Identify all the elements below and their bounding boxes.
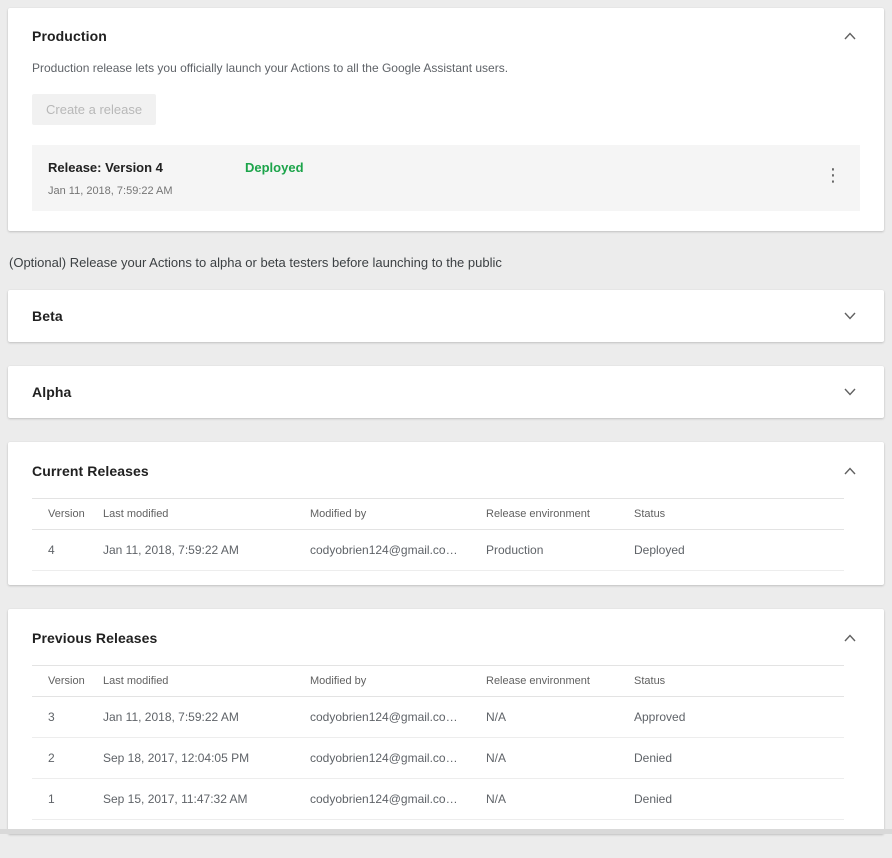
cell-modified-by: codyobrien124@gmail.co… [310, 779, 486, 820]
page-bottom-edge [0, 829, 892, 834]
table-row: 2 Sep 18, 2017, 12:04:05 PM codyobrien12… [32, 738, 844, 779]
production-collapse-button[interactable] [840, 28, 860, 44]
column-header-version: Version [32, 666, 103, 697]
cell-last-modified: Jan 11, 2018, 7:59:22 AM [103, 530, 310, 571]
production-card-header[interactable]: Production [8, 8, 884, 58]
cell-modified-by: codyobrien124@gmail.co… [310, 530, 486, 571]
table-row: 4 Jan 11, 2018, 7:59:22 AM codyobrien124… [32, 530, 844, 571]
chevron-up-icon [844, 467, 856, 475]
cell-release-environment: N/A [486, 738, 634, 779]
alpha-card: Alpha [8, 366, 884, 418]
cell-status: Denied [634, 779, 844, 820]
column-header-last-modified: Last modified [103, 499, 310, 530]
column-header-release-environment: Release environment [486, 499, 634, 530]
beta-expand-button[interactable] [840, 308, 860, 324]
alpha-title: Alpha [32, 384, 71, 400]
cell-status: Approved [634, 697, 844, 738]
column-header-version: Version [32, 499, 103, 530]
current-releases-header[interactable]: Current Releases [8, 442, 884, 496]
cell-status: Deployed [634, 530, 844, 571]
column-header-release-environment: Release environment [486, 666, 634, 697]
current-releases-title: Current Releases [32, 463, 149, 479]
table-row: 3 Jan 11, 2018, 7:59:22 AM codyobrien124… [32, 697, 844, 738]
cell-version: 3 [32, 697, 103, 738]
cell-version: 1 [32, 779, 103, 820]
cell-last-modified: Sep 18, 2017, 12:04:05 PM [103, 738, 310, 779]
current-releases-table: Version Last modified Modified by Releas… [32, 498, 844, 571]
current-releases-card: Current Releases Version Last modified M… [8, 442, 884, 585]
chevron-up-icon [844, 32, 856, 40]
cell-version: 2 [32, 738, 103, 779]
previous-releases-header[interactable]: Previous Releases [8, 609, 884, 663]
optional-note: (Optional) Release your Actions to alpha… [8, 255, 884, 270]
current-releases-collapse-button[interactable] [840, 463, 860, 479]
release-status-badge: Deployed [245, 160, 304, 175]
release-info: Release: Version 4 Deployed Jan 11, 2018… [48, 160, 818, 197]
column-header-status: Status [634, 499, 844, 530]
cell-release-environment: N/A [486, 779, 634, 820]
column-header-last-modified: Last modified [103, 666, 310, 697]
release-date: Jan 11, 2018, 7:59:22 AM [48, 185, 818, 197]
cell-last-modified: Jan 11, 2018, 7:59:22 AM [103, 697, 310, 738]
previous-releases-table: Version Last modified Modified by Releas… [32, 665, 844, 820]
production-title: Production [32, 28, 107, 44]
alpha-expand-button[interactable] [840, 384, 860, 400]
beta-card-header[interactable]: Beta [8, 290, 884, 342]
table-header-row: Version Last modified Modified by Releas… [32, 499, 844, 530]
column-header-modified-by: Modified by [310, 666, 486, 697]
kebab-menu-icon: ⋮ [824, 165, 842, 185]
production-card: Production Production release lets you o… [8, 8, 884, 231]
cell-version: 4 [32, 530, 103, 571]
chevron-up-icon [844, 634, 856, 642]
create-release-button[interactable]: Create a release [32, 94, 156, 125]
previous-releases-card: Previous Releases Version Last modified … [8, 609, 884, 834]
cell-modified-by: codyobrien124@gmail.co… [310, 738, 486, 779]
production-release-row: Release: Version 4 Deployed Jan 11, 2018… [32, 145, 860, 211]
cell-modified-by: codyobrien124@gmail.co… [310, 697, 486, 738]
previous-releases-title: Previous Releases [32, 630, 157, 646]
column-header-modified-by: Modified by [310, 499, 486, 530]
table-row: 1 Sep 15, 2017, 11:47:32 AM codyobrien12… [32, 779, 844, 820]
alpha-card-header[interactable]: Alpha [8, 366, 884, 418]
cell-last-modified: Sep 15, 2017, 11:47:32 AM [103, 779, 310, 820]
chevron-down-icon [844, 312, 856, 320]
column-header-status: Status [634, 666, 844, 697]
release-title: Release: Version 4 [48, 160, 245, 175]
beta-card: Beta [8, 290, 884, 342]
cell-release-environment: N/A [486, 697, 634, 738]
previous-releases-collapse-button[interactable] [840, 630, 860, 646]
beta-title: Beta [32, 308, 63, 324]
table-header-row: Version Last modified Modified by Releas… [32, 666, 844, 697]
production-description: Production release lets you officially l… [8, 58, 884, 76]
cell-release-environment: Production [486, 530, 634, 571]
chevron-down-icon [844, 388, 856, 396]
release-menu-button[interactable]: ⋮ [818, 164, 848, 186]
cell-status: Denied [634, 738, 844, 779]
